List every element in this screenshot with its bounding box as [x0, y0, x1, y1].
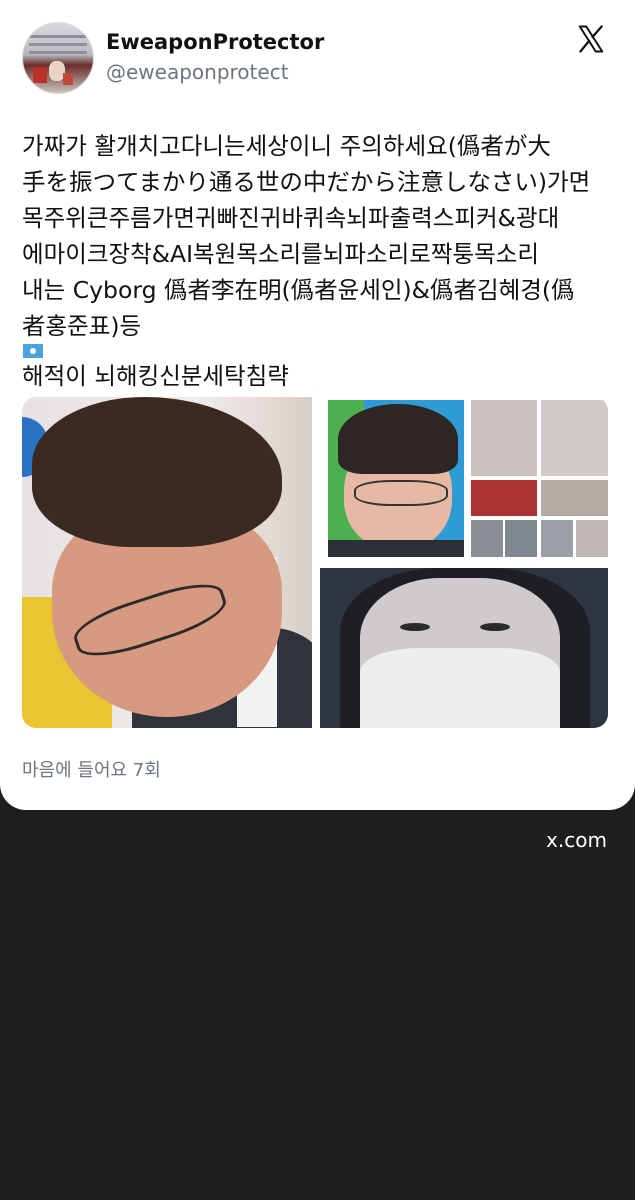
post-text-line: 내는 Cyborg 僞者李在明(僞者윤세인)&僞者김혜경(僞 — [22, 276, 575, 304]
post-text-line: 가짜가 활개치고다니는세상이니 주의하세요(僞者が大 — [22, 132, 551, 160]
photo-masked-face[interactable] — [320, 568, 608, 728]
x-logo-icon[interactable] — [576, 24, 606, 54]
photo-main[interactable] — [22, 397, 312, 728]
author-name[interactable]: EweaponProtector — [106, 30, 324, 54]
photo-collage[interactable] — [471, 400, 608, 557]
post-text-segment: 者홍준표)등 — [22, 312, 142, 340]
post-text-segment: 해적이 뇌해킹신분세탁침략 — [22, 362, 289, 390]
post-text-line: 手を振つてまかり通る世の中だから注意しなさい)가면 — [22, 168, 591, 196]
author-handle[interactable]: @eweaponprotect — [106, 60, 289, 84]
post-text-line: 목주위큰주름가면귀빠진귀바퀴속뇌파출력스피커&광대 — [22, 204, 560, 232]
post-text-line-last: 者홍준표)등해적이 뇌해킹신분세탁침략 — [22, 308, 614, 394]
likes-count[interactable]: 마음에 들어요 7회 — [22, 756, 161, 782]
source-domain[interactable]: x.com — [546, 828, 607, 852]
post-text: 가짜가 활개치고다니는세상이니 주의하세요(僞者が大 手を振つてまかり通る世の中… — [22, 128, 614, 394]
post-text-line: 에마이크장착&AI복원목소리를뇌파소리로짝퉁목소리 — [22, 240, 539, 268]
flag-emoji-icon — [23, 344, 43, 358]
avatar[interactable] — [22, 22, 94, 94]
post-card[interactable]: EweaponProtector @eweaponprotect 가짜가 활개치… — [0, 0, 635, 810]
photo-portrait[interactable] — [328, 400, 464, 557]
media-grid[interactable] — [22, 397, 608, 728]
